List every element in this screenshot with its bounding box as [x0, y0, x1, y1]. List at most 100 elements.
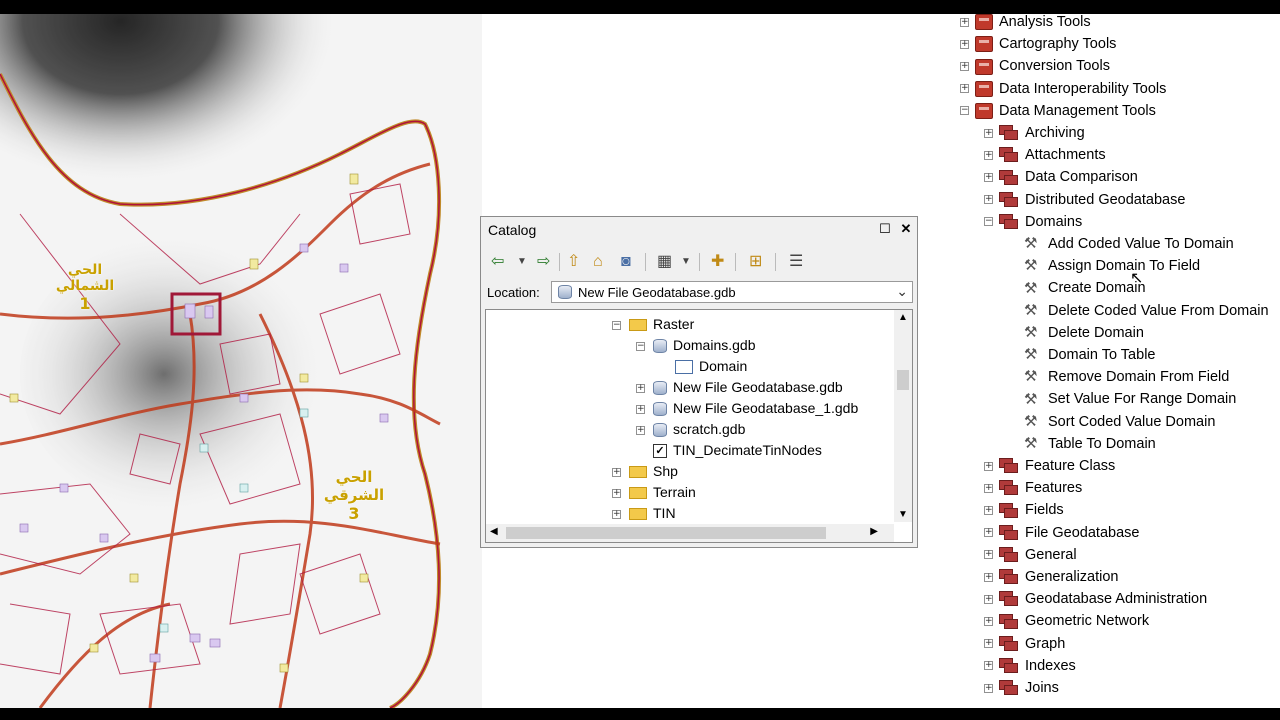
arctoolbox-panel[interactable]: + Analysis Tools + Cartography Tools + Conver…	[922, 14, 1280, 708]
tool-item[interactable]: ⚒ Remove Domain From Field	[1024, 366, 1229, 388]
expand-icon[interactable]: +	[960, 17, 969, 27]
back-icon[interactable]: ⇦	[491, 252, 504, 272]
maximize-icon[interactable]: ☐	[877, 221, 893, 237]
expand-icon[interactable]: +	[636, 425, 645, 435]
scroll-left-icon[interactable]: ◀	[490, 526, 498, 537]
toolset-item[interactable]: + Distributed Geodatabase	[984, 189, 1185, 211]
chevron-down-icon[interactable]: ⌄	[896, 283, 908, 300]
toolbox-item[interactable]: − Data Management Tools	[960, 100, 1156, 122]
expand-icon[interactable]: +	[984, 617, 993, 627]
map-view[interactable]: الحي الشمالي 1 الحي الشرقي 3	[0, 14, 482, 708]
expand-icon[interactable]: +	[984, 683, 993, 693]
tool-item[interactable]: ⚒ Assign Domain To Field	[1024, 255, 1200, 277]
toolset-item[interactable]: + Attachments	[984, 144, 1106, 166]
expand-icon[interactable]: +	[960, 62, 969, 72]
horizontal-scrollbar[interactable]: ◀ ▶	[486, 524, 894, 542]
expand-icon[interactable]: +	[960, 39, 969, 49]
toolset-item[interactable]: + Data Comparison	[984, 166, 1138, 188]
expand-icon[interactable]: +	[984, 461, 993, 471]
toolset-item[interactable]: + Features	[984, 477, 1082, 499]
tool-item[interactable]: ⚒ Delete Domain	[1024, 322, 1144, 344]
catalog-tree-item[interactable]: ✓ TIN_DecimateTinNodes	[636, 440, 822, 460]
expand-icon[interactable]: +	[612, 488, 621, 498]
expand-icon[interactable]: +	[984, 483, 993, 493]
scroll-down-icon[interactable]: ▼	[898, 509, 908, 520]
tool-item[interactable]: ⚒ Create Domain	[1024, 277, 1146, 299]
connect-folder-icon[interactable]: ◙	[621, 252, 631, 272]
toolset-item[interactable]: + Geometric Network	[984, 610, 1149, 632]
collapse-icon[interactable]: −	[960, 106, 969, 116]
catalog-tree-item[interactable]: + New File Geodatabase.gdb	[636, 377, 843, 397]
toolset-item[interactable]: + Feature Class	[984, 455, 1115, 477]
toolset-item[interactable]: + General	[984, 544, 1077, 566]
view-options-icon[interactable]: ▦	[657, 252, 672, 272]
toolset-item[interactable]: + Joins	[984, 677, 1059, 699]
catalog-tree-item[interactable]: Domain	[658, 356, 747, 376]
location-combobox[interactable]: New File Geodatabase.gdb ⌄	[551, 281, 913, 303]
toolbox-item[interactable]: + Conversion Tools	[960, 55, 1110, 77]
catalog-tree-item[interactable]: + New File Geodatabase_1.gdb	[636, 398, 858, 418]
toolbox-item[interactable]: + Cartography Tools	[960, 33, 1116, 55]
expand-icon[interactable]: +	[984, 128, 993, 138]
tool-item[interactable]: ⚒ Delete Coded Value From Domain	[1024, 300, 1269, 322]
catalog-tree[interactable]: − Raster − Domains.gdb Domain + New File Geoda…	[485, 309, 913, 543]
expand-icon[interactable]: +	[960, 84, 969, 94]
tree-item-label: Domain To Table	[1048, 347, 1156, 363]
expand-icon[interactable]: +	[984, 195, 993, 205]
toolset-item[interactable]: + File Geodatabase	[984, 522, 1139, 544]
toolset-item[interactable]: + Fields	[984, 499, 1064, 521]
expand-icon[interactable]: +	[984, 173, 993, 183]
expand-icon[interactable]: +	[984, 550, 993, 560]
expand-icon[interactable]: +	[984, 639, 993, 649]
hammer-icon: ⚒	[1024, 412, 1038, 430]
expand-icon[interactable]: +	[984, 572, 993, 582]
catalog-tree-item[interactable]: − Domains.gdb	[636, 335, 756, 355]
tool-item[interactable]: ⚒ Set Value For Range Domain	[1024, 388, 1236, 410]
tool-item[interactable]: ⚒ Sort Coded Value Domain	[1024, 411, 1215, 433]
expand-icon[interactable]: +	[612, 509, 621, 519]
catalog-tree-item[interactable]: + Terrain	[612, 482, 696, 502]
toolset-item[interactable]: + Archiving	[984, 122, 1085, 144]
view-dropdown-icon[interactable]: ▼	[681, 252, 691, 272]
collapse-icon[interactable]: −	[612, 320, 621, 330]
catalog-tree-item[interactable]: − Raster	[612, 314, 694, 334]
expand-icon[interactable]: +	[636, 404, 645, 414]
up-one-level-icon[interactable]: ⇧	[567, 252, 580, 272]
catalog-tree-item-label: New File Geodatabase_1.gdb	[673, 400, 859, 416]
expand-icon[interactable]: +	[984, 150, 993, 160]
toolset-item[interactable]: + Geodatabase Administration	[984, 588, 1207, 610]
catalog-tree-item[interactable]: + Shp	[612, 461, 678, 481]
vertical-scrollbar[interactable]: ▲ ▼	[894, 310, 912, 522]
options-icon[interactable]: ☰	[789, 252, 803, 272]
toolbox-item[interactable]: + Analysis Tools	[960, 11, 1091, 33]
scroll-thumb[interactable]	[897, 370, 909, 390]
forward-icon[interactable]: ⇨	[537, 252, 550, 272]
toggle-contents-icon[interactable]: ⊞	[749, 252, 762, 272]
toolset-item[interactable]: + Graph	[984, 633, 1065, 655]
expand-icon[interactable]: +	[984, 506, 993, 516]
collapse-icon[interactable]: −	[984, 217, 993, 227]
close-icon[interactable]: ✕	[898, 221, 914, 237]
tool-item[interactable]: ⚒ Table To Domain	[1024, 433, 1156, 455]
toolset-item[interactable]: − Domains	[984, 211, 1082, 233]
expand-icon[interactable]: +	[984, 528, 993, 538]
new-folder-icon[interactable]: ✚	[711, 252, 724, 272]
tool-item[interactable]: ⚒ Add Coded Value To Domain	[1024, 233, 1234, 255]
back-dropdown-icon[interactable]: ▼	[517, 252, 527, 272]
expand-icon[interactable]: +	[636, 383, 645, 393]
toolbox-item[interactable]: + Data Interoperability Tools	[960, 78, 1166, 100]
scroll-thumb-horizontal[interactable]	[506, 527, 826, 539]
catalog-window[interactable]: Catalog ☐ ✕ ⇦ ▼ ⇨ ⇧ ⌂ ◙ ▦ ▼ ✚ ⊞ ☰ Locati…	[480, 216, 918, 548]
home-icon[interactable]: ⌂	[593, 252, 603, 272]
scroll-right-icon[interactable]: ▶	[870, 526, 878, 537]
toolset-item[interactable]: + Indexes	[984, 655, 1076, 677]
expand-icon[interactable]: +	[612, 467, 621, 477]
expand-icon[interactable]: +	[984, 661, 993, 671]
scroll-up-icon[interactable]: ▲	[898, 312, 908, 323]
catalog-tree-item[interactable]: + TIN	[612, 503, 676, 523]
catalog-tree-item[interactable]: + scratch.gdb	[636, 419, 745, 439]
toolset-item[interactable]: + Generalization	[984, 566, 1119, 588]
tool-item[interactable]: ⚒ Domain To Table	[1024, 344, 1155, 366]
collapse-icon[interactable]: −	[636, 341, 645, 351]
expand-icon[interactable]: +	[984, 594, 993, 604]
